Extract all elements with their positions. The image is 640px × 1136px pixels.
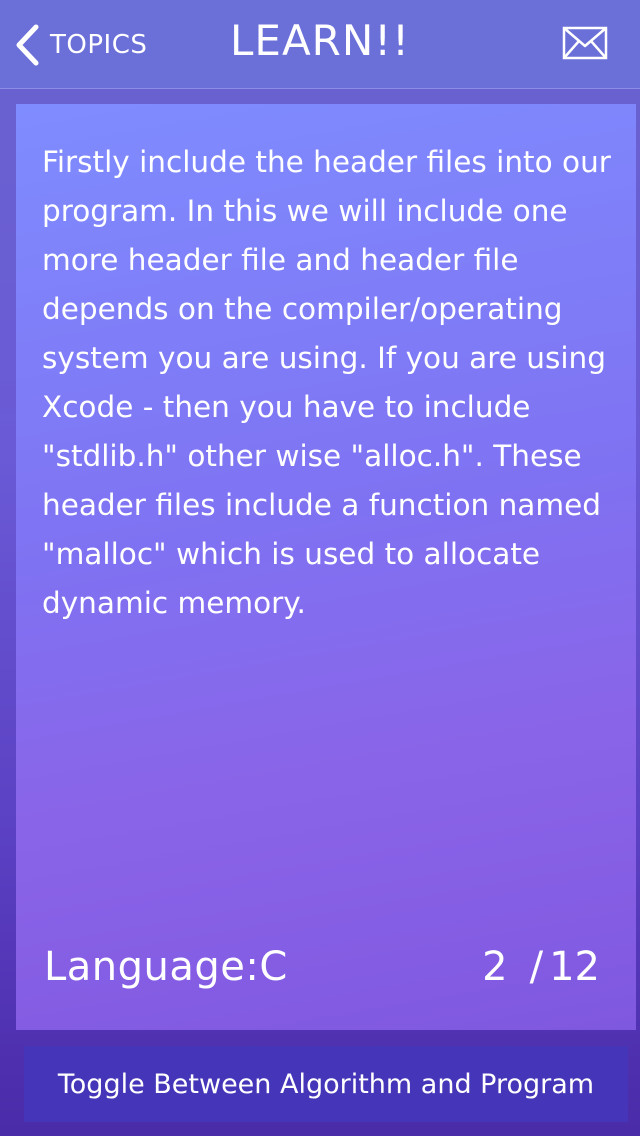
page-separator: /: [529, 944, 544, 990]
language-label: Language:: [44, 944, 260, 990]
language-value: C: [259, 944, 288, 990]
page-counter: 2 / 12: [482, 944, 600, 990]
page-title: LEARN!!: [230, 16, 410, 65]
chevron-left-icon: [14, 24, 40, 66]
toggle-algorithm-program-button[interactable]: Toggle Between Algorithm and Program: [24, 1046, 628, 1122]
total-pages: 12: [549, 944, 600, 990]
lesson-text: Firstly include the header files into ou…: [42, 145, 611, 620]
mail-button[interactable]: [562, 26, 608, 64]
back-button-label: TOPICS: [50, 30, 148, 60]
content-card: Firstly include the header files into ou…: [16, 104, 636, 1030]
navigation-bar: TOPICS LEARN!!: [0, 0, 640, 89]
language-indicator: Language: C: [44, 944, 288, 990]
current-page: 2: [482, 944, 508, 990]
back-button[interactable]: TOPICS: [14, 22, 147, 68]
mail-icon: [562, 26, 608, 64]
